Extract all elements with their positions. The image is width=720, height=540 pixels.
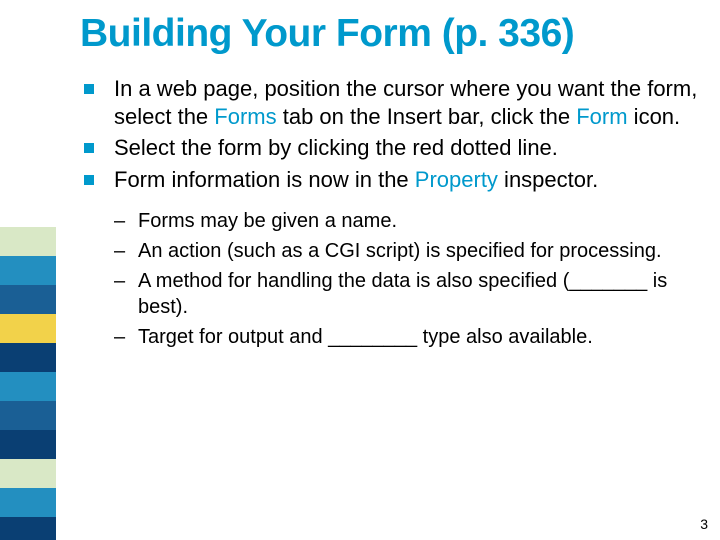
bullet-text: Form information is now in the (114, 167, 415, 192)
sidebar-block (0, 256, 56, 285)
sidebar-block (0, 488, 56, 517)
sub-bullet-item: Forms may be given a name. (114, 208, 704, 234)
sub-bullet-list: Forms may be given a name. An action (su… (114, 208, 704, 350)
bullet-item: Select the form by clicking the red dott… (84, 134, 704, 162)
sub-bullet-item: An action (such as a CGI script) is spec… (114, 238, 704, 264)
bullet-text: icon. (628, 104, 681, 129)
bullet-text: tab on the Insert bar, click the (277, 104, 577, 129)
sub-bullet-item: Target for output and ________ type also… (114, 324, 704, 350)
slide-number: 3 (700, 516, 708, 532)
sidebar-block (0, 314, 56, 343)
sidebar-block (0, 227, 56, 256)
bullet-text: inspector. (498, 167, 598, 192)
slide-title: Building Your Form (p. 336) (80, 12, 574, 56)
keyword-form: Form (576, 104, 627, 129)
sidebar-block (0, 285, 56, 314)
sidebar-block (0, 430, 56, 459)
sidebar-block (0, 401, 56, 430)
keyword-forms: Forms (214, 104, 276, 129)
decorative-sidebar (0, 227, 56, 540)
bullet-item: In a web page, position the cursor where… (84, 75, 704, 130)
bullet-item: Form information is now in the Property … (84, 166, 704, 194)
sidebar-block (0, 517, 56, 540)
content-area: In a web page, position the cursor where… (84, 75, 704, 354)
main-bullet-list: In a web page, position the cursor where… (84, 75, 704, 194)
sidebar-block (0, 372, 56, 401)
bullet-text: Select the form by clicking the red dott… (114, 135, 558, 160)
sub-bullet-item: A method for handling the data is also s… (114, 268, 704, 320)
keyword-property: Property (415, 167, 498, 192)
sidebar-block (0, 459, 56, 488)
sidebar-block (0, 343, 56, 372)
